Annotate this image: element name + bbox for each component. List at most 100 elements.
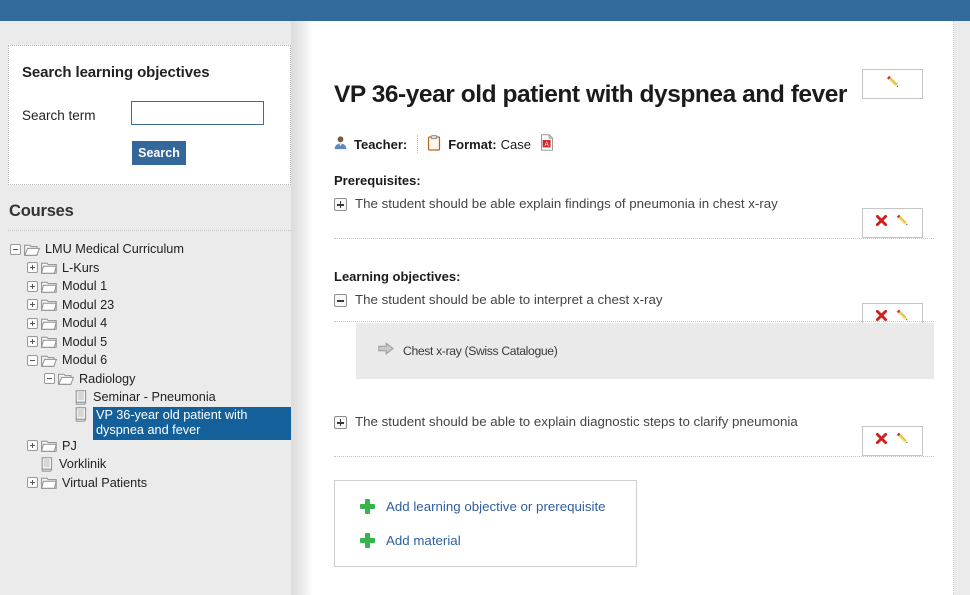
folder-icon [41, 298, 57, 311]
prerequisite-row: The student should be able explain findi… [334, 196, 934, 211]
tree-item[interactable]: VP 36-year old patient with dyspnea and … [0, 406, 291, 440]
expand-toggle-icon[interactable] [27, 280, 38, 292]
learning-objectives-label: Learning objectives: [334, 269, 461, 284]
prerequisite-text: The student should be able explain findi… [355, 196, 778, 211]
courses-heading: Courses [9, 202, 74, 220]
pencil-icon[interactable] [893, 211, 912, 235]
svg-text:A: A [545, 142, 549, 148]
main-content: VP 36-year old patient with dyspnea and … [313, 21, 954, 595]
add-material-button[interactable]: Add material [360, 533, 461, 548]
tree-item[interactable]: Radiology [0, 370, 291, 389]
expand-toggle-icon[interactable] [27, 262, 38, 274]
tree-item-label: Seminar - Pneumonia [93, 390, 216, 405]
tree-item[interactable]: Virtual Patients [0, 474, 291, 493]
tree-item[interactable]: Modul 1 [0, 277, 291, 296]
add-material-label: Add material [386, 533, 461, 548]
pdf-icon[interactable]: A [540, 133, 554, 154]
expand-toggle-icon[interactable] [27, 317, 38, 329]
tree-item-label: Modul 6 [62, 353, 108, 368]
tree-item[interactable]: Modul 23 [0, 296, 291, 315]
pencil-icon [883, 72, 903, 97]
format-label: Format: [448, 136, 497, 152]
tree-item-label: Virtual Patients [62, 475, 148, 490]
course-tree: LMU Medical Curriculum L-Kurs Modul 1 Modul… [0, 240, 291, 492]
prerequisite-actions[interactable] [862, 208, 923, 238]
right-gutter [954, 21, 970, 595]
top-navigation-bar [0, 0, 970, 21]
tree-item[interactable]: Modul 4 [0, 314, 291, 333]
material-title: Chest x-ray (Swiss Catalogue) [403, 344, 558, 358]
expand-toggle-icon[interactable] [334, 198, 347, 211]
folder-icon [41, 335, 57, 348]
search-term-label: Search term [22, 108, 96, 123]
courses-divider [8, 230, 291, 231]
add-actions-panel: Add learning objective or prerequisite A… [334, 480, 637, 567]
folder-icon [41, 317, 57, 330]
tree-item-label: PJ [62, 438, 77, 453]
tree-item[interactable]: LMU Medical Curriculum [0, 240, 291, 259]
collapse-toggle-icon[interactable] [10, 243, 21, 255]
learning-objective-text: The student should be able to interpret … [355, 292, 663, 307]
delete-icon[interactable] [874, 431, 889, 451]
folder-open-icon [58, 372, 74, 385]
learning-objective-text: The student should be able to explain di… [355, 414, 798, 429]
folder-icon [41, 261, 57, 274]
collapse-toggle-icon[interactable] [44, 373, 55, 385]
tree-item[interactable]: Modul 6 [0, 351, 291, 370]
prerequisites-label: Prerequisites: [334, 173, 421, 188]
tree-item[interactable]: Seminar - Pneumonia [0, 388, 291, 407]
teacher-label: Teacher: [354, 136, 408, 152]
page-title: VP 36-year old patient with dyspnea and … [334, 81, 848, 108]
search-button[interactable]: Search [132, 141, 186, 165]
document-icon [75, 390, 87, 405]
collapse-toggle-icon[interactable] [27, 354, 38, 366]
expand-toggle-icon[interactable] [27, 299, 38, 311]
arrow-right-icon [378, 342, 394, 360]
document-icon [41, 457, 53, 472]
tree-item-label: Modul 5 [62, 334, 108, 349]
teacher-avatar-icon [333, 135, 348, 153]
folder-icon [41, 280, 57, 293]
left-sidebar: Search learning objectives Search term S… [0, 21, 291, 595]
learning-objective-row: The student should be able to explain di… [334, 414, 934, 429]
tree-item[interactable]: Modul 5 [0, 333, 291, 352]
edit-title-button[interactable] [862, 69, 923, 99]
expand-toggle-icon[interactable] [334, 416, 347, 429]
folder-open-icon [24, 243, 40, 256]
tree-item[interactable]: PJ [0, 437, 291, 456]
prerequisite-separator [334, 238, 934, 239]
delete-icon[interactable] [874, 213, 889, 233]
document-icon [75, 406, 87, 422]
learning-objective-row: The student should be able to interpret … [334, 292, 934, 307]
expand-toggle-icon[interactable] [27, 477, 38, 489]
plus-icon [360, 533, 375, 548]
add-learning-objective-button[interactable]: Add learning objective or prerequisite [360, 499, 606, 514]
tree-item-label: VP 36-year old patient with dyspnea and … [93, 406, 291, 440]
search-learning-objectives-panel: Search learning objectives Search term S… [8, 45, 291, 185]
folder-open-icon [41, 354, 57, 367]
folder-icon [41, 476, 57, 489]
plus-icon [360, 499, 375, 514]
tree-item-label: LMU Medical Curriculum [45, 242, 184, 257]
tree-item-label: Modul 4 [62, 316, 108, 331]
tree-item-label: Modul 1 [62, 279, 108, 294]
clipboard-icon [427, 134, 441, 154]
search-input[interactable] [131, 101, 264, 125]
material-row[interactable]: Chest x-ray (Swiss Catalogue) [356, 323, 934, 379]
tree-item[interactable]: Vorklinik [0, 455, 291, 474]
search-panel-title: Search learning objectives [22, 64, 210, 81]
sidebar-shadow-edge [291, 21, 313, 595]
format-value: Case [500, 136, 531, 152]
expand-toggle-icon[interactable] [27, 336, 38, 348]
tree-item[interactable]: L-Kurs [0, 259, 291, 278]
tree-item-label: L-Kurs [62, 260, 100, 275]
meta-row: Teacher: Format: Case A [333, 133, 554, 154]
pencil-icon[interactable] [893, 429, 912, 453]
learning-objective-separator [334, 321, 934, 322]
collapse-toggle-icon[interactable] [334, 294, 347, 307]
folder-icon [41, 439, 57, 452]
tree-item-label: Vorklinik [59, 457, 107, 472]
learning-objective-actions[interactable] [862, 426, 923, 456]
meta-separator [417, 135, 419, 153]
expand-toggle-icon[interactable] [27, 440, 38, 452]
